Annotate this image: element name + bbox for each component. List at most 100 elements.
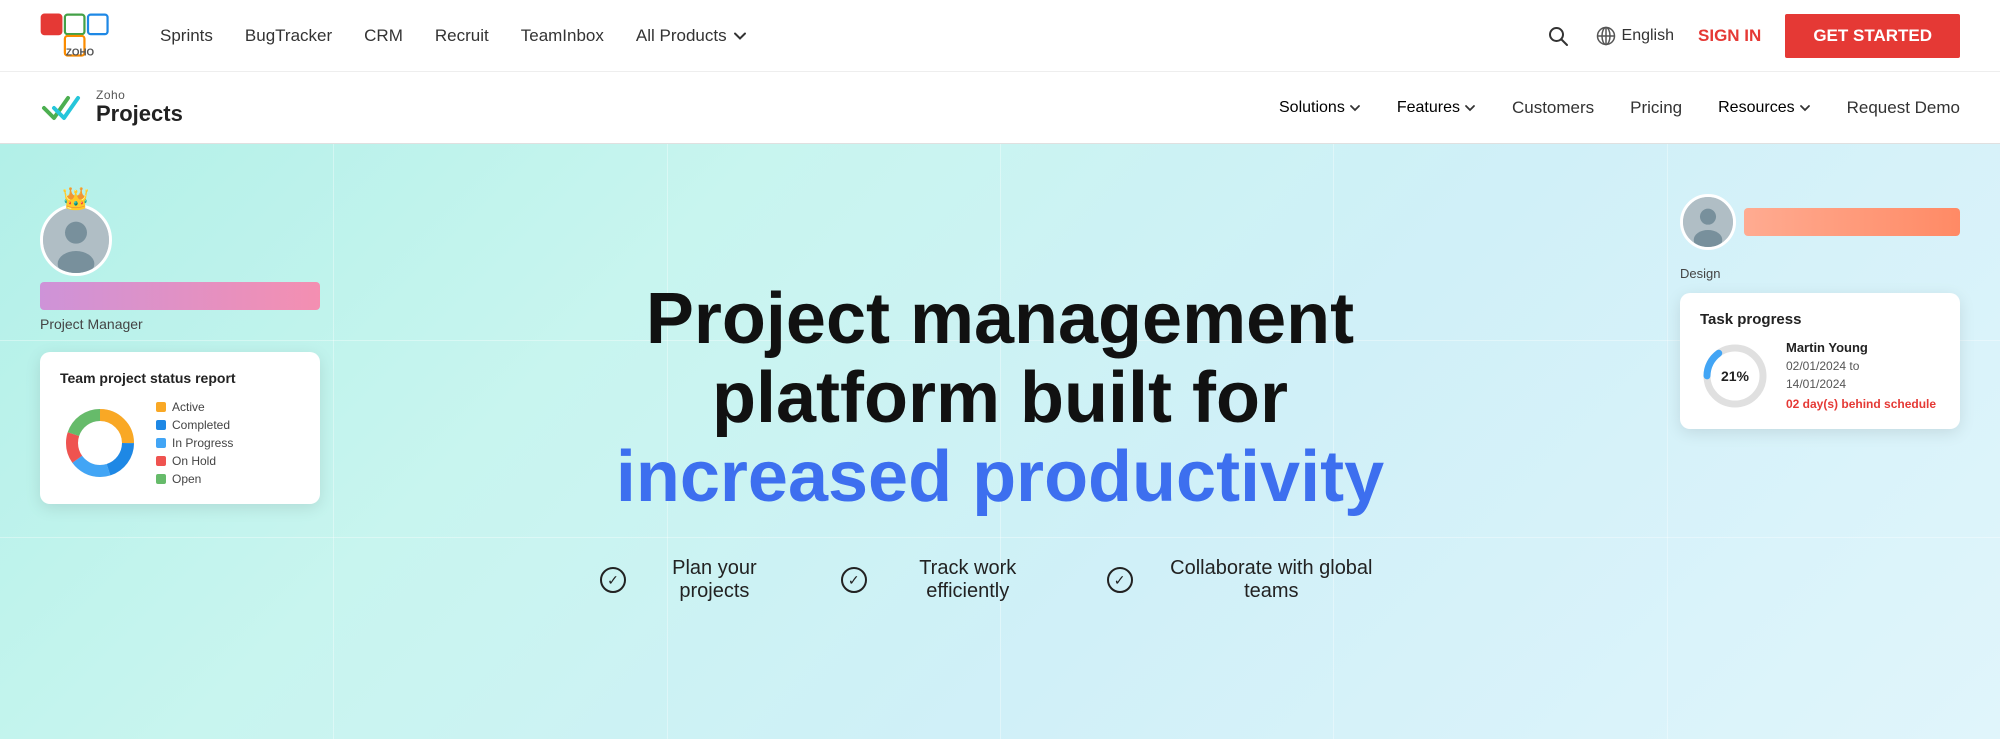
search-button[interactable] (1544, 22, 1572, 50)
right-widgets: Design Task progress 21% Martin Young 02… (1640, 194, 1960, 429)
features-chevron-icon (1464, 102, 1476, 114)
legend-label-onhold: On Hold (172, 454, 216, 468)
legend-label-active: Active (172, 400, 205, 414)
task-progress-card: Task progress 21% Martin Young 02/01/202… (1680, 293, 1960, 429)
hero-title: Project management platform built for in… (600, 280, 1400, 518)
language-selector[interactable]: English (1596, 26, 1674, 46)
design-avatar-image (1683, 197, 1733, 247)
top-nav-right: English SIGN IN GET STARTED (1544, 14, 1960, 58)
task-progress-title: Task progress (1700, 311, 1940, 328)
secondary-navigation: Zoho Projects Solutions Features Custome… (0, 72, 2000, 144)
globe-icon (1596, 26, 1616, 46)
search-icon (1547, 25, 1569, 47)
legend-dot-open (156, 474, 166, 484)
task-info: Martin Young 02/01/2024 to 14/01/2024 02… (1786, 340, 1940, 411)
language-label: English (1622, 27, 1674, 45)
check-circle-track: ✓ (841, 567, 867, 593)
chart-legend: Active Completed In Progress On Hold (156, 400, 233, 486)
projects-brand: Zoho Projects (96, 88, 183, 126)
pm-bar (40, 282, 320, 310)
hero-feature-collaborate-label: Collaborate with global teams (1143, 557, 1400, 603)
progress-percentage: 21% (1721, 368, 1749, 384)
task-person-name: Martin Young (1786, 340, 1940, 355)
nav-resources[interactable]: Resources (1718, 99, 1810, 117)
task-dates: 02/01/2024 to 14/01/2024 (1786, 357, 1940, 393)
nav-customers[interactable]: Customers (1512, 98, 1594, 118)
solutions-chevron-icon (1349, 102, 1361, 114)
legend-dot-active (156, 402, 166, 412)
legend-completed: Completed (156, 418, 233, 432)
nav-recruit[interactable]: Recruit (435, 26, 489, 46)
hero-section: 👑 Project Manager Team project status re… (0, 144, 2000, 739)
legend-open: Open (156, 472, 233, 486)
hero-feature-track-label: Track work efficiently (877, 557, 1059, 603)
pm-label: Project Manager (40, 316, 143, 332)
projects-brand-label: Projects (96, 102, 183, 126)
zoho-logo[interactable]: ZOHO (40, 8, 120, 63)
legend-label-inprogress: In Progress (172, 436, 233, 450)
legend-dot-completed (156, 420, 166, 430)
status-report-body: Active Completed In Progress On Hold (60, 400, 300, 486)
nav-pricing[interactable]: Pricing (1630, 98, 1682, 118)
sign-in-button[interactable]: SIGN IN (1698, 26, 1761, 46)
nav-features[interactable]: Features (1397, 99, 1476, 117)
resources-chevron-icon (1799, 102, 1811, 114)
resources-label: Resources (1718, 99, 1794, 117)
design-bar (1744, 208, 1960, 236)
top-navigation: ZOHO Sprints BugTracker CRM Recruit Team… (0, 0, 2000, 72)
left-widget: 👑 Project Manager Team project status re… (40, 204, 330, 504)
crown-emoji: 👑 (62, 186, 89, 212)
legend-active: Active (156, 400, 233, 414)
legend-label-completed: Completed (172, 418, 230, 432)
nav-teaminbox[interactable]: TeamInbox (521, 26, 604, 46)
all-products-dropdown[interactable]: All Products (636, 26, 747, 46)
task-date-to: 14/01/2024 (1786, 377, 1846, 391)
solutions-label: Solutions (1279, 99, 1345, 117)
hero-title-line2: platform built for (712, 358, 1288, 438)
hero-feature-track: ✓ Track work efficiently (841, 557, 1059, 603)
legend-dot-inprogress (156, 438, 166, 448)
donut-chart (60, 403, 140, 483)
check-circle-plan: ✓ (600, 567, 626, 593)
hero-title-line1: Project management (646, 279, 1354, 359)
get-started-button[interactable]: GET STARTED (1785, 14, 1960, 58)
task-date-from: 02/01/2024 to (1786, 359, 1859, 373)
legend-dot-onhold (156, 456, 166, 466)
hero-features: ✓ Plan your projects ✓ Track work effici… (600, 557, 1400, 603)
projects-logo[interactable]: Zoho Projects (40, 86, 183, 130)
hero-feature-plan-label: Plan your projects (636, 557, 793, 603)
hero-feature-collaborate: ✓ Collaborate with global teams (1107, 557, 1400, 603)
design-avatar (1680, 194, 1736, 250)
request-demo-button[interactable]: Request Demo (1847, 98, 1960, 118)
chevron-down-icon (733, 29, 747, 43)
legend-onhold: On Hold (156, 454, 233, 468)
hero-title-accent: increased productivity (616, 437, 1384, 517)
design-card (1680, 194, 1960, 250)
pm-avatar-image (43, 207, 109, 273)
progress-circle: 21% (1700, 341, 1770, 411)
design-label: Design (1680, 266, 1960, 281)
nav-crm[interactable]: CRM (364, 26, 403, 46)
legend-inprogress: In Progress (156, 436, 233, 450)
nav-sprints[interactable]: Sprints (160, 26, 213, 46)
secondary-nav-links: Solutions Features Customers Pricing Res… (1279, 98, 1960, 118)
projects-logo-icon (40, 86, 84, 130)
project-manager-card: 👑 Project Manager (40, 204, 330, 332)
zoho-brand-label: Zoho (96, 88, 183, 102)
legend-label-open: Open (172, 472, 201, 486)
hero-content: Project management platform built for in… (600, 280, 1400, 604)
features-label: Features (1397, 99, 1460, 117)
status-report-title: Team project status report (60, 370, 300, 386)
svg-text:ZOHO: ZOHO (66, 48, 95, 59)
all-products-label: All Products (636, 26, 727, 46)
pm-avatar-area: 👑 (40, 204, 112, 276)
status-report-card: Team project status report (40, 352, 320, 504)
top-nav-links: Sprints BugTracker CRM Recruit TeamInbox… (160, 26, 1544, 46)
check-circle-collaborate: ✓ (1107, 567, 1133, 593)
nav-solutions[interactable]: Solutions (1279, 99, 1361, 117)
hero-feature-plan: ✓ Plan your projects (600, 557, 793, 603)
nav-bugtracker[interactable]: BugTracker (245, 26, 332, 46)
pm-avatar (40, 204, 112, 276)
task-behind-schedule: 02 day(s) behind schedule (1786, 397, 1940, 411)
task-progress-body: 21% Martin Young 02/01/2024 to 14/01/202… (1700, 340, 1940, 411)
